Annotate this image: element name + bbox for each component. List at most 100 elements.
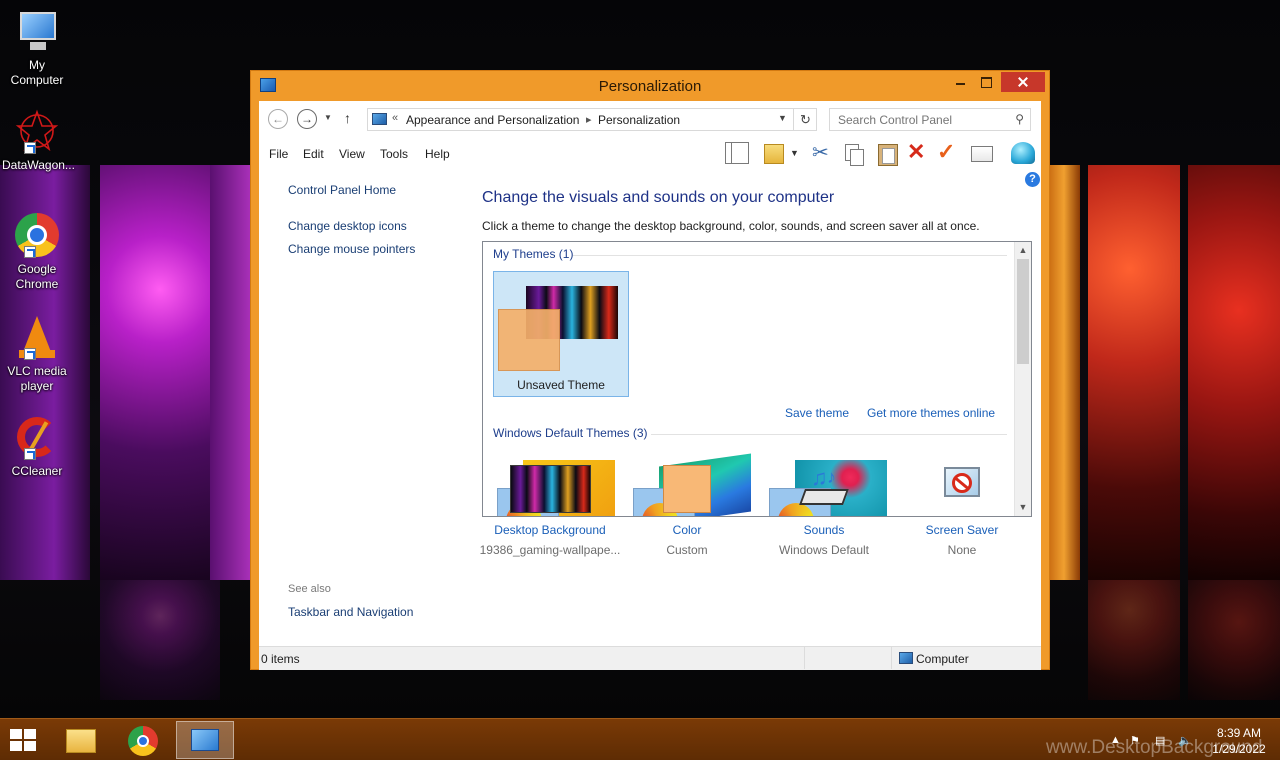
wallpaper-reflection [100, 580, 220, 700]
layout-icon[interactable] [725, 142, 749, 164]
properties-icon[interactable] [971, 146, 993, 162]
default-themes-header[interactable]: Windows Default Themes (3) [493, 426, 648, 440]
datawagon-icon [14, 108, 60, 154]
theme-label: Unsaved Theme [517, 378, 605, 392]
screen-saver-icon [938, 465, 986, 513]
status-location: Computer [916, 652, 969, 666]
theme-unsaved[interactable]: Unsaved Theme [493, 271, 629, 397]
copy-icon[interactable] [843, 142, 867, 166]
check-icon[interactable]: ✓ [937, 139, 961, 164]
paste-icon[interactable] [875, 142, 899, 166]
delete-icon[interactable]: ✕ [907, 139, 931, 164]
desktop-icon-label: DataWagon... [2, 158, 75, 172]
folder-check-icon[interactable] [764, 144, 784, 164]
clock-date: 1/29/2022 [1212, 742, 1266, 756]
desktop-icon-vlc[interactable]: VLC media player [2, 314, 72, 394]
menu-tools[interactable]: Tools [380, 147, 408, 161]
menu-help[interactable]: Help [425, 147, 450, 161]
save-theme-link[interactable]: Save theme [785, 406, 849, 420]
desktop-icon-my-computer[interactable]: My Computer [2, 8, 72, 88]
change-desktop-icons-link[interactable]: Change desktop icons [288, 219, 407, 233]
taskbar: ▲ ⚑ ▤ 🔈 www.DesktopBackground 8:39 AM 1/… [0, 718, 1280, 760]
maximize-button[interactable] [973, 72, 999, 92]
ccleaner-icon [14, 414, 60, 460]
wallpaper-panel [1048, 165, 1080, 580]
start-button[interactable] [10, 729, 38, 753]
recent-locations-button[interactable]: ▼ [324, 113, 332, 122]
address-bar[interactable]: « Appearance and Personalization ▸ Perso… [367, 108, 817, 131]
desktop-background-setting[interactable]: Desktop Background 19386_gaming-wallpape… [475, 465, 625, 557]
group-divider [651, 434, 1007, 435]
theme-color-preview [498, 309, 560, 371]
search-input[interactable] [830, 109, 1008, 130]
desktop-icon-label: CCleaner [11, 464, 63, 478]
navigation-bar: ← → ▼ ↑ « Appearance and Personalization… [259, 101, 1041, 137]
clock-time: 8:39 AM [1216, 726, 1262, 740]
sounds-setting[interactable]: ♫ ♪ Sounds Windows Default [749, 465, 899, 557]
breadcrumb-separator-icon[interactable]: ▸ [586, 113, 592, 126]
color-swatch [663, 465, 711, 513]
my-themes-header[interactable]: My Themes (1) [493, 247, 573, 261]
wallpaper-thumbnail [509, 465, 591, 513]
setting-value: Custom [666, 543, 708, 557]
setting-label[interactable]: Screen Saver [887, 523, 1037, 537]
get-more-themes-link[interactable]: Get more themes online [867, 406, 995, 420]
setting-value: None [947, 543, 977, 557]
shortcut-arrow-icon [24, 142, 36, 154]
taskbar-control-panel[interactable] [176, 721, 234, 759]
taskbar-file-explorer[interactable] [52, 721, 110, 759]
search-icon[interactable]: ⚲ [1015, 112, 1024, 126]
scroll-thumb[interactable] [1017, 259, 1029, 364]
wallpaper-reflection [1188, 580, 1280, 700]
page-description: Click a theme to change the desktop back… [482, 219, 980, 233]
breadcrumb-personalization[interactable]: Personalization [598, 113, 680, 127]
color-setting[interactable]: Color Custom [612, 465, 762, 557]
vlc-icon [14, 314, 60, 360]
wallpaper-panel [210, 165, 250, 580]
forward-button[interactable]: → [297, 109, 317, 129]
refresh-button[interactable]: ↻ [793, 109, 817, 130]
breadcrumb-appearance[interactable]: Appearance and Personalization [406, 113, 579, 127]
window-title: Personalization [598, 78, 702, 95]
setting-label[interactable]: Sounds [749, 523, 899, 537]
chrome-icon [14, 212, 60, 258]
wallpaper-panel [100, 165, 220, 580]
close-button[interactable] [1001, 72, 1045, 92]
back-button[interactable]: ← [268, 109, 288, 129]
setting-label[interactable]: Color [612, 523, 762, 537]
desktop-icon-label: VLC media player [7, 364, 67, 393]
personalization-window: Personalization ← → ▼ ↑ « Appearance and… [250, 70, 1050, 670]
up-button[interactable]: ↑ [344, 110, 351, 126]
clock[interactable]: 8:39 AM 1/29/2022 [1200, 725, 1278, 757]
address-dropdown-button[interactable]: ▼ [778, 113, 787, 123]
desktop-icon-label: My Computer [10, 58, 64, 87]
setting-value: Windows Default [778, 543, 870, 557]
minimize-button[interactable] [947, 72, 973, 92]
search-box[interactable]: ⚲ [829, 108, 1031, 131]
status-divider [891, 647, 892, 669]
wallpaper-reflection [1088, 580, 1180, 700]
cut-icon[interactable]: ✂ [812, 140, 836, 164]
title-bar[interactable]: Personalization [251, 71, 1049, 101]
shortcut-arrow-icon [24, 348, 36, 360]
window-client: ← → ▼ ↑ « Appearance and Personalization… [259, 101, 1041, 670]
item-count: 0 items [261, 652, 300, 666]
taskbar-navigation-link[interactable]: Taskbar and Navigation [288, 605, 413, 619]
setting-label[interactable]: Desktop Background [475, 523, 625, 537]
taskbar-chrome[interactable] [114, 721, 172, 759]
scroll-up-button[interactable]: ▲ [1015, 242, 1031, 259]
wallpaper-panel [1088, 165, 1180, 580]
menu-edit[interactable]: Edit [303, 147, 324, 161]
desktop-icon-datawagon[interactable]: DataWagon... [2, 108, 75, 173]
menu-file[interactable]: File [269, 147, 288, 161]
left-pane: Control Panel Home Change desktop icons … [259, 169, 474, 646]
overflow-chevron[interactable]: « [392, 112, 398, 124]
globe-icon[interactable] [1011, 142, 1035, 164]
change-mouse-pointers-link[interactable]: Change mouse pointers [288, 242, 415, 256]
menu-view[interactable]: View [339, 147, 365, 161]
screen-saver-setting[interactable]: Screen Saver None [887, 465, 1037, 557]
my-computer-icon [14, 8, 60, 54]
desktop-icon-google-chrome[interactable]: Google Chrome [2, 212, 72, 292]
desktop-icon-ccleaner[interactable]: CCleaner [2, 414, 72, 479]
control-panel-home-link[interactable]: Control Panel Home [288, 183, 396, 197]
